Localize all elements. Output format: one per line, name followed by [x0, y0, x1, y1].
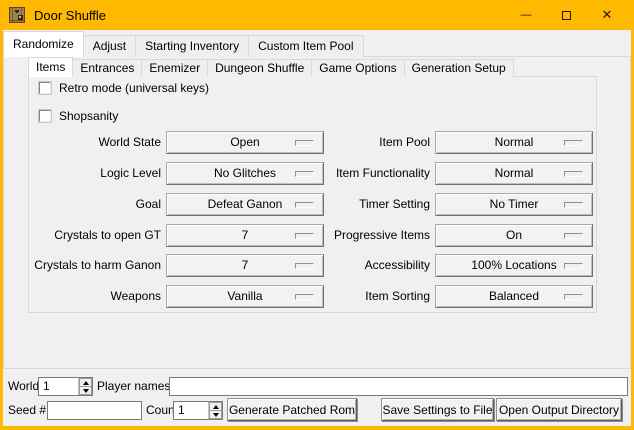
- tab-items[interactable]: Items: [28, 57, 73, 77]
- dropdown-indicator-icon: [564, 233, 583, 239]
- crystals-gt-label: Crystals to open GT: [54, 224, 161, 247]
- checkbox-icon: [39, 82, 51, 94]
- spin-down-button[interactable]: [79, 387, 92, 395]
- logic-level-value: No Glitches: [214, 163, 276, 184]
- spin-up-button[interactable]: [209, 402, 222, 411]
- goal-value: Defeat Ganon: [208, 194, 283, 215]
- item-pool-label: Item Pool: [379, 131, 430, 154]
- dropdown-indicator-icon: [564, 263, 583, 269]
- seed-input[interactable]: [47, 401, 142, 420]
- item-pool-dropdown[interactable]: Normal: [435, 131, 593, 154]
- minimize-button[interactable]: —: [511, 0, 541, 30]
- dropdown-indicator-icon: [564, 140, 583, 146]
- checkbox-icon: [39, 110, 51, 122]
- dropdown-indicator-icon: [295, 202, 314, 208]
- logic-level-dropdown[interactable]: No Glitches: [166, 162, 324, 185]
- window-title: Door Shuffle: [34, 8, 106, 23]
- tab-entrances[interactable]: Entrances: [72, 59, 142, 77]
- accessibility-label: Accessibility: [365, 254, 430, 277]
- count-spinbox[interactable]: 1: [173, 401, 223, 420]
- accessibility-value: 100% Locations: [471, 255, 556, 276]
- minimize-icon: —: [521, 9, 532, 21]
- worlds-value: 1: [39, 378, 78, 395]
- timer-setting-dropdown[interactable]: No Timer: [435, 193, 593, 216]
- maximize-button[interactable]: [551, 0, 581, 30]
- tab-dungeon-shuffle[interactable]: Dungeon Shuffle: [207, 59, 312, 77]
- item-sorting-label: Item Sorting: [365, 285, 430, 308]
- shopsanity-checkbox[interactable]: Shopsanity: [39, 109, 118, 123]
- goal-label: Goal: [136, 193, 161, 216]
- main-tab-bar: Randomize Adjust Starting Inventory Cust…: [3, 31, 364, 57]
- spin-up-button[interactable]: [79, 378, 92, 387]
- weapons-value: Vanilla: [227, 286, 262, 307]
- goal-dropdown[interactable]: Defeat Ganon: [166, 193, 324, 216]
- retro-mode-checkbox[interactable]: Retro mode (universal keys): [39, 81, 209, 95]
- generate-rom-button[interactable]: Generate Patched Rom: [227, 398, 357, 421]
- dropdown-indicator-icon: [295, 140, 314, 146]
- accessibility-dropdown[interactable]: 100% Locations: [435, 254, 593, 277]
- crystals-gt-dropdown[interactable]: 7: [166, 224, 324, 247]
- item-functionality-label: Item Functionality: [336, 162, 430, 185]
- world-state-value: Open: [230, 132, 259, 153]
- logic-level-label: Logic Level: [100, 162, 161, 185]
- progressive-items-dropdown[interactable]: On: [435, 224, 593, 247]
- shopsanity-label: Shopsanity: [59, 109, 118, 123]
- timer-setting-label: Timer Setting: [359, 193, 430, 216]
- spin-down-button[interactable]: [209, 411, 222, 419]
- crystals-ganon-label: Crystals to harm Ganon: [34, 254, 161, 277]
- items-tab-bar: Items Entrances Enemizer Dungeon Shuffle…: [28, 57, 514, 77]
- tab-starting-inventory[interactable]: Starting Inventory: [135, 35, 249, 57]
- progressive-items-value: On: [506, 225, 522, 246]
- seed-label: Seed #: [8, 401, 46, 420]
- count-value: 1: [174, 402, 208, 419]
- spinner-arrows: [78, 378, 92, 395]
- open-output-button[interactable]: Open Output Directory: [496, 398, 622, 421]
- world-state-label: World State: [99, 131, 161, 154]
- item-pool-value: Normal: [495, 132, 534, 153]
- item-sorting-value: Balanced: [489, 286, 539, 307]
- close-button[interactable]: ✕: [592, 0, 622, 30]
- item-functionality-value: Normal: [495, 163, 534, 184]
- timer-setting-value: No Timer: [490, 194, 539, 215]
- item-functionality-dropdown[interactable]: Normal: [435, 162, 593, 185]
- crystals-ganon-dropdown[interactable]: 7: [166, 254, 324, 277]
- player-names-label: Player names: [97, 377, 170, 396]
- item-sorting-dropdown[interactable]: Balanced: [435, 285, 593, 308]
- dropdown-indicator-icon: [564, 171, 583, 177]
- crystals-gt-value: 7: [242, 225, 249, 246]
- tab-randomize[interactable]: Randomize: [3, 31, 84, 57]
- weapons-label: Weapons: [111, 285, 161, 308]
- save-settings-button[interactable]: Save Settings to File: [381, 398, 494, 421]
- dropdown-indicator-icon: [564, 202, 583, 208]
- dropdown-indicator-icon: [295, 263, 314, 269]
- dropdown-indicator-icon: [295, 171, 314, 177]
- weapons-dropdown[interactable]: Vanilla: [166, 285, 324, 308]
- dropdown-indicator-icon: [564, 294, 583, 300]
- player-names-input[interactable]: [169, 377, 628, 396]
- spinner-arrows: [208, 402, 222, 419]
- tab-adjust[interactable]: Adjust: [83, 35, 136, 57]
- dropdown-indicator-icon: [295, 233, 314, 239]
- world-state-dropdown[interactable]: Open: [166, 131, 324, 154]
- maximize-icon: [562, 11, 571, 20]
- worlds-spinbox[interactable]: 1: [38, 377, 93, 396]
- door-icon: [9, 7, 25, 23]
- retro-mode-label: Retro mode (universal keys): [59, 81, 209, 95]
- tab-generation-setup[interactable]: Generation Setup: [404, 59, 514, 77]
- window-border-bottom: [0, 426, 634, 430]
- tab-enemizer[interactable]: Enemizer: [141, 59, 208, 77]
- tab-custom-item-pool[interactable]: Custom Item Pool: [248, 35, 363, 57]
- close-icon: ✕: [602, 7, 613, 23]
- crystals-ganon-value: 7: [242, 255, 249, 276]
- progressive-items-label: Progressive Items: [334, 224, 430, 247]
- dropdown-indicator-icon: [295, 294, 314, 300]
- tab-game-options[interactable]: Game Options: [311, 59, 404, 77]
- app-window: Door Shuffle — ✕ Randomize Adjust Starti…: [0, 0, 634, 430]
